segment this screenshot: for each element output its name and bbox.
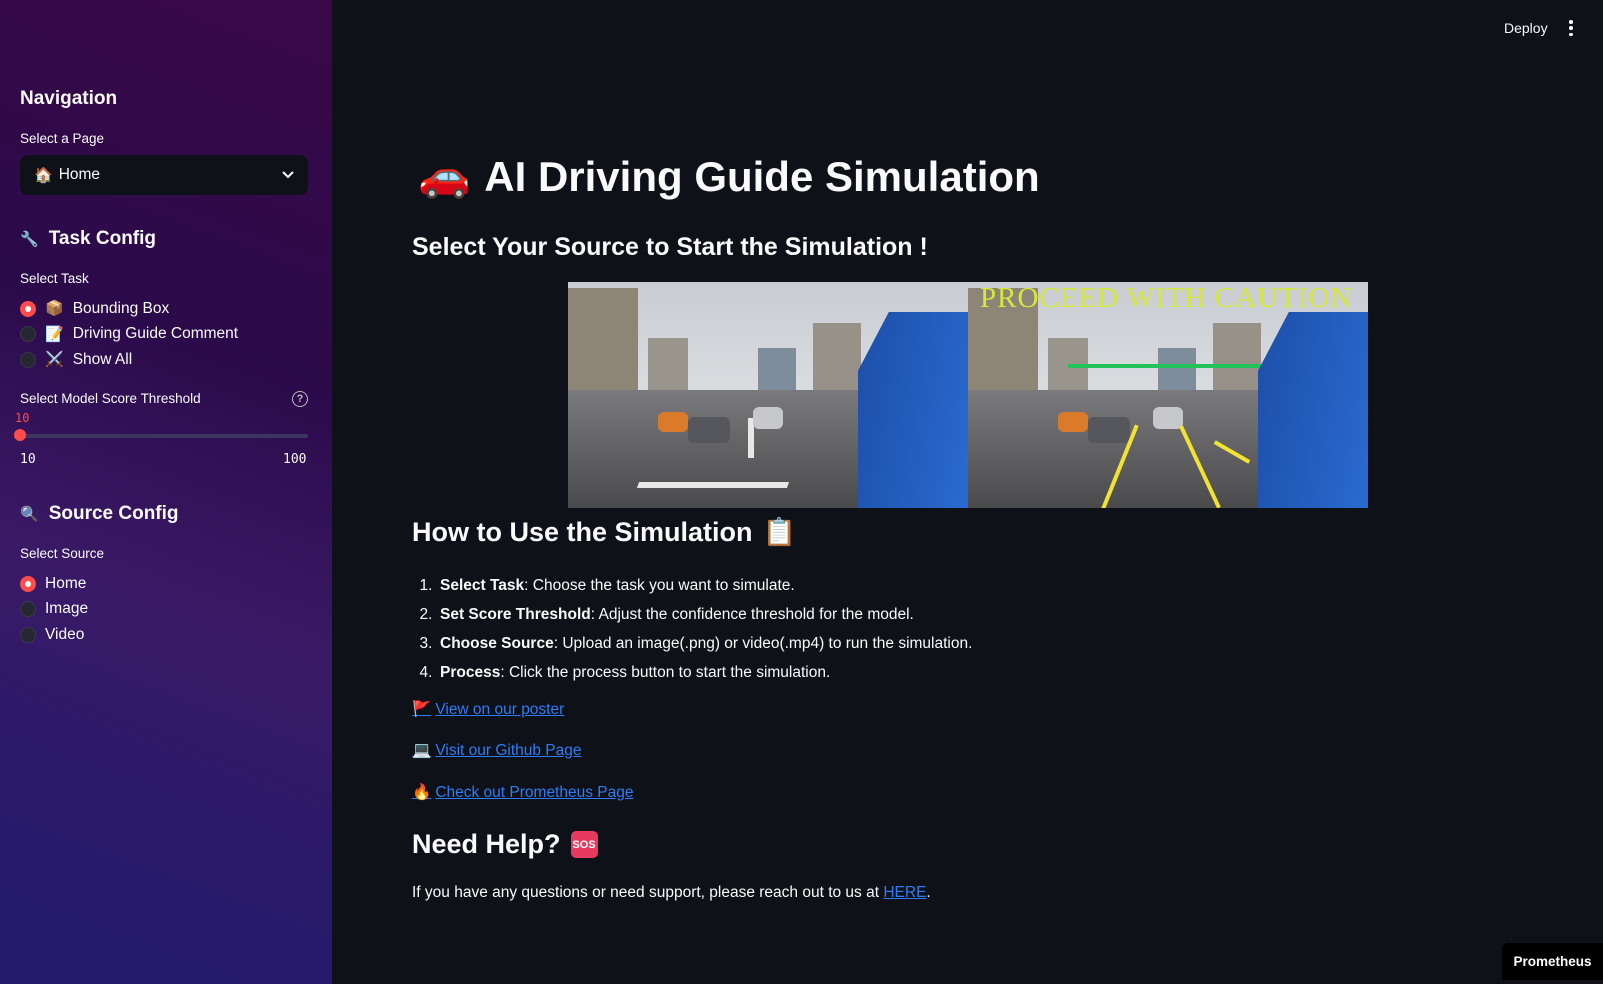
radio-selected-indicator — [20, 575, 36, 592]
laptop-icon: 💻 — [412, 742, 432, 759]
list-item: 1. Select Task: Choose the task you want … — [419, 576, 795, 594]
source-option-label: Home — [45, 574, 87, 592]
select-page-label: Select a Page — [20, 131, 105, 146]
poster-link[interactable]: 🚩 View on our poster — [412, 700, 564, 719]
page-select-value: Home — [58, 166, 101, 183]
navigation-heading: Navigation — [20, 88, 118, 109]
fire-icon: 🔥 — [412, 784, 432, 801]
vertical-dots-icon[interactable] — [1566, 18, 1576, 38]
prometheus-link[interactable]: 🔥 Check out Prometheus Page — [412, 783, 633, 802]
how-to-steps: 1. Select Task: Choose the task you want … — [412, 571, 973, 687]
task-option-show-all[interactable]: ⚔️ Show All — [20, 347, 238, 373]
select-task-label: Select Task — [20, 271, 89, 286]
package-icon: 📦 — [45, 300, 64, 318]
caution-overlay-text: PROCEED WITH CAUTION — [980, 282, 1353, 314]
task-option-label: Bounding Box — [72, 299, 170, 317]
task-config-title: Task Config — [48, 228, 157, 249]
sidebar: Navigation Select a Page 🏠 Home 🔧 Task C… — [0, 0, 332, 984]
source-radio-group: Home Image Video — [20, 571, 88, 648]
source-option-home[interactable]: Home — [20, 571, 88, 597]
crossed-swords-icon: ⚔️ — [45, 351, 64, 369]
github-link[interactable]: 💻 Visit our Github Page — [412, 741, 582, 760]
help-icon[interactable]: ? — [292, 391, 308, 407]
select-source-label: Select Source — [20, 546, 105, 561]
page-select[interactable]: 🏠 Home — [20, 155, 308, 195]
task-radio-group: 📦 Bounding Box 📝 Driving Guide Comment ⚔… — [20, 296, 238, 373]
car-icon: 🚗 — [418, 152, 471, 199]
task-option-label: Show All — [72, 350, 133, 368]
radio-indicator — [20, 326, 36, 343]
need-help-heading-text: Need Help? — [412, 829, 561, 859]
source-config-heading: 🔍 Source Config — [20, 503, 179, 525]
list-item: 4. Process: Click the process button to s… — [419, 663, 831, 681]
source-option-label: Image — [45, 600, 89, 618]
how-to-heading-text: How to Use the Simulation — [412, 516, 753, 547]
radio-indicator — [20, 626, 36, 643]
threshold-label: Select Model Score Threshold — [20, 391, 201, 406]
radio-indicator — [20, 351, 36, 368]
how-to-heading: How to Use the Simulation 📋 — [412, 516, 796, 548]
page-title: 🚗 AI Driving Guide Simulation — [418, 152, 1040, 201]
clipboard-icon: 📋 — [762, 517, 797, 547]
task-option-driving-guide-comment[interactable]: 📝 Driving Guide Comment — [20, 322, 238, 348]
source-option-video[interactable]: Video — [20, 622, 88, 648]
task-option-bounding-box[interactable]: 📦 Bounding Box — [20, 296, 238, 322]
flag-icon: 🚩 — [412, 701, 432, 718]
help-here-link[interactable]: HERE — [883, 884, 926, 901]
home-icon: 🏠 — [34, 166, 53, 184]
deploy-button[interactable]: Deploy — [1504, 20, 1548, 36]
page-subtitle: Select Your Source to Start the Simulati… — [412, 233, 928, 261]
hero-image: PROCEED WITH CAUTION — [568, 282, 1368, 508]
sos-icon: SOS — [570, 831, 598, 858]
list-item: 2. Set Score Threshold: Adjust the confid… — [419, 605, 914, 623]
list-item: 3. Choose Source: Upload an image(.png) o… — [419, 634, 973, 652]
chevron-down-icon — [282, 171, 294, 179]
source-option-label: Video — [45, 625, 85, 643]
radio-selected-indicator — [20, 300, 36, 317]
threshold-slider-thumb[interactable] — [14, 429, 26, 441]
memo-icon: 📝 — [45, 325, 64, 343]
radio-indicator — [20, 601, 36, 618]
prometheus-badge[interactable]: Prometheus — [1502, 943, 1603, 980]
threshold-value: 10 — [15, 411, 30, 425]
magnifier-icon: 🔍 — [20, 505, 39, 523]
task-option-label: Driving Guide Comment — [72, 325, 239, 343]
task-config-heading: 🔧 Task Config — [20, 228, 156, 250]
source-config-title: Source Config — [48, 503, 179, 524]
page-title-text: AI Driving Guide Simulation — [484, 152, 1040, 200]
threshold-slider-track[interactable] — [20, 434, 308, 438]
threshold-min: 10 — [20, 452, 36, 467]
source-option-image[interactable]: Image — [20, 597, 88, 623]
original-frame-image — [568, 282, 968, 508]
threshold-max: 100 — [283, 452, 307, 467]
processed-frame-image: PROCEED WITH CAUTION — [968, 282, 1368, 508]
need-help-heading: Need Help? SOS — [412, 829, 598, 860]
help-text: If you have any questions or need suppor… — [412, 884, 931, 901]
wrench-icon: 🔧 — [20, 230, 39, 248]
